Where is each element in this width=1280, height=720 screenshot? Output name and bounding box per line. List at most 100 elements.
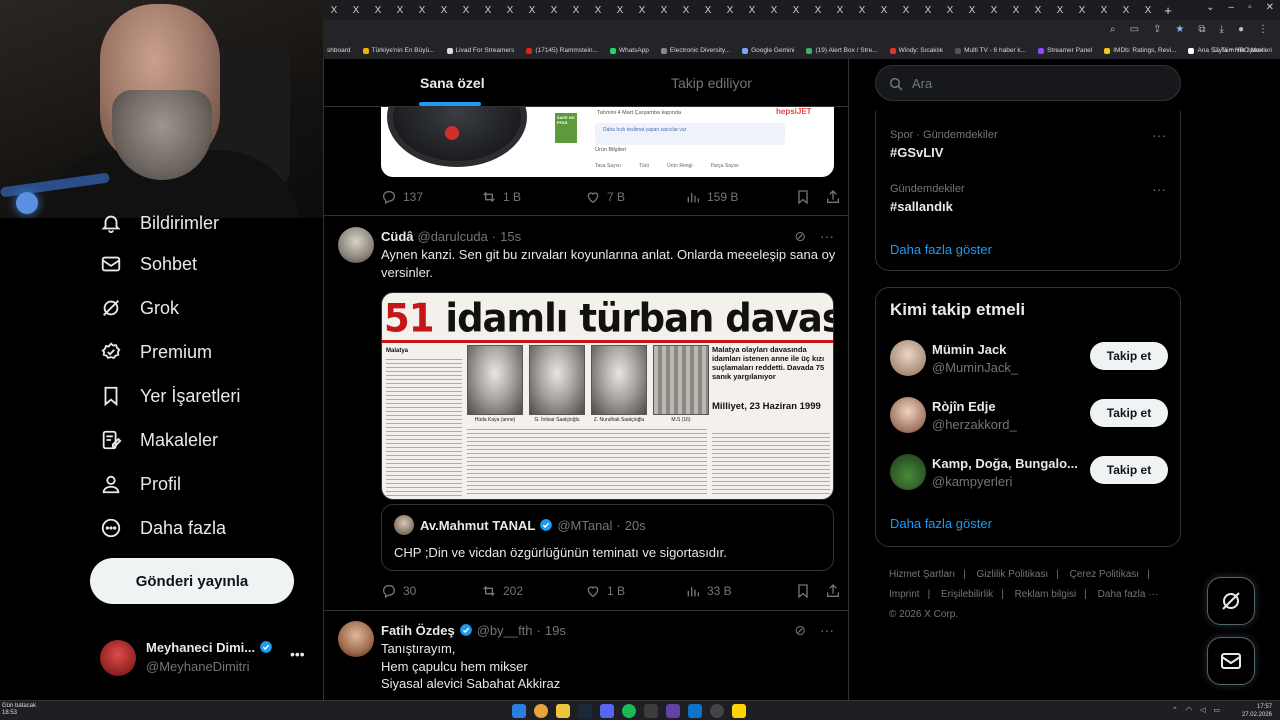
tab-close-icon[interactable]: X (939, 5, 961, 16)
tab-close-icon[interactable]: X (587, 5, 609, 16)
tab-close-icon[interactable]: X (829, 5, 851, 16)
tab-close-icon[interactable]: X (565, 5, 587, 16)
tab-close-icon[interactable]: X (433, 5, 455, 16)
profile-icon[interactable]: ● (1238, 24, 1244, 35)
tab-close-icon[interactable]: X (1093, 5, 1115, 16)
bookmark-item[interactable]: (19) Alert Box / Stre... (806, 47, 878, 54)
nav-item-articles[interactable]: Makaleler (100, 429, 218, 451)
chevron-up-icon[interactable]: ⌃ (1172, 706, 1178, 714)
tab-close-icon[interactable]: X (345, 5, 367, 16)
tab-close-icon[interactable]: X (477, 5, 499, 16)
more-icon[interactable]: ··· (1152, 181, 1166, 197)
tab-close-icon[interactable]: X (873, 5, 895, 16)
obs-icon[interactable] (644, 704, 658, 718)
nav-item-chat[interactable]: Sohbet (100, 253, 197, 275)
like-button[interactable]: 1 B (585, 583, 685, 599)
tab-close-icon[interactable]: X (367, 5, 389, 16)
menu-icon[interactable]: ⋮ (1258, 24, 1268, 35)
bookmark-item[interactable]: Windy: Sıcaklık (889, 47, 943, 54)
tab-close-icon[interactable]: X (389, 5, 411, 16)
author-handle[interactable]: @by__fth (477, 623, 533, 638)
bookmark-item[interactable]: (17145) Rammstein... (526, 47, 598, 54)
tab-close-icon[interactable]: X (653, 5, 675, 16)
like-button[interactable]: 7 B (585, 189, 685, 205)
tab-close-icon[interactable]: X (499, 5, 521, 16)
nav-item-more[interactable]: Daha fazla (100, 517, 226, 539)
bookmark-item[interactable]: Multi TV - 6 haber k... (955, 47, 1026, 54)
more-icon[interactable]: ••• (290, 646, 305, 662)
bookmark-item[interactable]: Streamer Panel (1038, 47, 1092, 54)
grok-fab-button[interactable] (1207, 577, 1255, 625)
author-name[interactable]: Fatih Özdeş (381, 623, 455, 638)
grok-icon[interactable]: ⊘ (794, 228, 806, 245)
chrome-icon[interactable] (534, 704, 548, 718)
extensions-icon[interactable]: ⧉ (1198, 24, 1205, 35)
tab-close-icon[interactable]: X (1137, 5, 1159, 16)
tab-close-icon[interactable]: X (895, 5, 917, 16)
nav-item-premium[interactable]: Premium (100, 341, 212, 363)
more-icon[interactable]: ··· (820, 228, 834, 245)
chevron-down-icon[interactable]: ⌄ (1206, 2, 1214, 13)
tab-close-icon[interactable]: X (741, 5, 763, 16)
reply-button[interactable]: 137 (381, 189, 481, 205)
battery-icon[interactable]: ▭ (1213, 706, 1220, 714)
author-name[interactable]: Cüdâ (381, 229, 414, 244)
more-icon[interactable]: ··· (1152, 127, 1166, 143)
discord-icon[interactable] (600, 704, 614, 718)
tab-close-icon[interactable]: X (917, 5, 939, 16)
reply-button[interactable]: 30 (381, 583, 481, 599)
footer-link[interactable]: Hizmet Şartları (889, 569, 955, 580)
follow-button[interactable]: Takip et (1090, 456, 1168, 484)
nav-item-notifications[interactable]: Bildirimler (100, 212, 219, 234)
views-button[interactable]: 159 B (685, 189, 795, 205)
bookmark-item[interactable]: WhatsApp (609, 47, 649, 54)
tab-close-icon[interactable]: X (609, 5, 631, 16)
tab-close-icon[interactable]: X (1005, 5, 1027, 16)
tab-close-icon[interactable]: X (807, 5, 829, 16)
follow-suggestion[interactable]: Kamp, Doğa, Bungalo... @kampyerleri Taki… (890, 454, 1170, 494)
tab-close-icon[interactable]: X (1071, 5, 1093, 16)
taskbar-clock[interactable]: 17:57 27.02.2026 (1242, 703, 1272, 719)
show-more-link[interactable]: Daha fazla göster (890, 242, 992, 257)
close-icon[interactable]: ✕ (1266, 2, 1274, 13)
follow-button[interactable]: Takip et (1090, 399, 1168, 427)
tab-close-icon[interactable]: X (763, 5, 785, 16)
author-handle[interactable]: @darulcuda (418, 229, 488, 244)
tweet-media-image[interactable]: SAFE NO PFAS Tahmini 4 Mart Çarşamba kap… (381, 107, 834, 177)
tab-close-icon[interactable]: X (785, 5, 807, 16)
tab-close-icon[interactable]: X (961, 5, 983, 16)
bookmark-item[interactable]: IMDb: Ratings, Revi... (1104, 47, 1176, 54)
avatar[interactable] (338, 227, 374, 263)
show-more-link[interactable]: Daha fazla göster (890, 516, 992, 531)
tab-close-icon[interactable]: X (455, 5, 477, 16)
follow-button[interactable]: Takip et (1090, 342, 1168, 370)
minimize-icon[interactable]: – (1229, 2, 1235, 13)
avatar[interactable] (338, 621, 374, 657)
tab-for-you[interactable]: Sana özel (420, 75, 485, 91)
tab-close-icon[interactable]: X (983, 5, 1005, 16)
app-icon[interactable] (710, 704, 724, 718)
all-bookmarks-link[interactable]: 🗀 Tüm Yer İşaretleri (1213, 46, 1272, 57)
tab-close-icon[interactable]: X (1027, 5, 1049, 16)
bookmark-button[interactable] (795, 189, 825, 205)
grok-icon[interactable]: ⊘ (794, 622, 806, 639)
star-icon[interactable]: ★ (1175, 24, 1184, 35)
bookmark-item[interactable]: Electronic Diversity... (660, 47, 730, 54)
tab-close-icon[interactable]: X (719, 5, 741, 16)
footer-link[interactable]: Çerez Politikası (1070, 569, 1139, 580)
repost-button[interactable]: 202 (481, 583, 585, 599)
bookmark-item[interactable]: Google Gemini (742, 47, 794, 54)
share-button[interactable] (825, 189, 841, 205)
cast-icon[interactable]: ▭ (1130, 24, 1139, 35)
app-icon[interactable] (666, 704, 680, 718)
weather-widget[interactable]: Gün batacak 18:53 (2, 703, 36, 717)
follow-suggestion[interactable]: Ròjîn Edje @herzakkord_ Takip et (890, 397, 1170, 437)
spotify-icon[interactable] (622, 704, 636, 718)
tab-close-icon[interactable]: X (851, 5, 873, 16)
footer-link[interactable]: Reklam bilgisi (1015, 589, 1077, 600)
footer-link[interactable]: Imprint (889, 589, 920, 600)
bookmark-item[interactable]: shboard (327, 47, 351, 54)
messages-fab-button[interactable] (1207, 637, 1255, 685)
app-icon[interactable] (732, 704, 746, 718)
post-button[interactable]: Gönderi yayınla (90, 558, 294, 604)
